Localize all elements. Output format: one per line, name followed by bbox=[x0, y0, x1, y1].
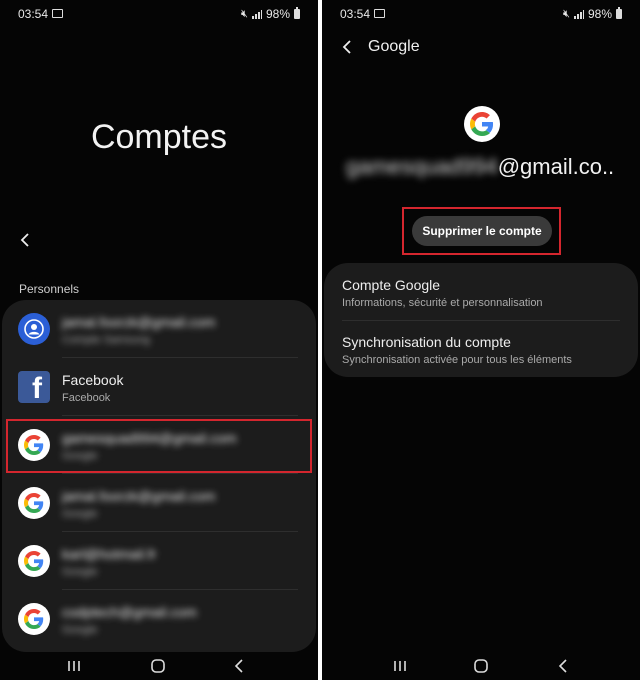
account-type: Facebook bbox=[62, 392, 111, 404]
google-icon bbox=[464, 106, 500, 142]
account-name: Facebook bbox=[62, 372, 124, 388]
account-row[interactable]: codptech@gmail.com Google bbox=[2, 590, 316, 648]
google-account-screen: 03:54 🔇︎ 98% Google gamesquad994@gmail.c… bbox=[322, 0, 640, 680]
account-row[interactable]: karl@hotmail.fr Google bbox=[2, 532, 316, 590]
option-title: Compte Google bbox=[342, 277, 441, 293]
account-email: karl@hotmail.fr bbox=[62, 546, 157, 562]
navigation-bar bbox=[0, 652, 318, 680]
option-subtitle: Informations, sécurité et personnalisati… bbox=[342, 297, 543, 309]
back-icon[interactable] bbox=[556, 658, 572, 674]
battery-percent: 98% bbox=[265, 7, 290, 21]
email-domain: @gmail.co.. bbox=[497, 154, 615, 179]
battery-percent: 98% bbox=[587, 7, 612, 21]
account-type: Compte Samsung bbox=[62, 334, 151, 346]
status-time: 03:54 bbox=[18, 7, 49, 21]
google-account-option[interactable]: Compte Google Informations, sécurité et … bbox=[342, 263, 620, 319]
navigation-bar bbox=[322, 652, 640, 680]
home-icon[interactable] bbox=[473, 658, 489, 674]
account-row-facebook[interactable]: f Facebook Facebook bbox=[2, 358, 316, 416]
samsung-account-icon bbox=[18, 313, 50, 345]
recent-apps-icon[interactable] bbox=[392, 658, 408, 674]
accounts-list: jamal.foorzk@gmail.com Compte Samsung f … bbox=[2, 300, 316, 652]
account-type: Google bbox=[62, 566, 98, 578]
google-icon bbox=[18, 545, 50, 577]
back-arrow-icon[interactable] bbox=[16, 228, 36, 252]
battery-icon bbox=[294, 7, 300, 19]
mute-icon: 🔇︎ bbox=[241, 7, 248, 20]
status-bar: 03:54 🔇︎ 98% bbox=[0, 0, 318, 26]
section-label: Personnels bbox=[19, 282, 80, 296]
back-icon[interactable] bbox=[232, 658, 248, 674]
account-email: gamesquad994@gmail.co.. bbox=[346, 154, 640, 180]
status-time: 03:54 bbox=[340, 7, 371, 21]
account-type: Google bbox=[62, 624, 98, 636]
account-email: jamal.foorzk@gmail.com bbox=[62, 314, 216, 330]
email-hidden-part: gamesquad994 bbox=[346, 154, 498, 179]
gallery-notification-icon bbox=[52, 9, 63, 18]
facebook-icon: f bbox=[18, 371, 50, 403]
account-row[interactable]: jamal.foorzk@gmail.com Google bbox=[2, 474, 316, 532]
back-arrow-icon[interactable] bbox=[340, 38, 354, 56]
status-bar: 03:54 🔇︎ 98% bbox=[322, 0, 640, 26]
account-row[interactable]: jamal.foorzk@gmail.com Compte Samsung bbox=[2, 300, 316, 358]
page-title: Comptes bbox=[90, 118, 228, 156]
account-options: Compte Google Informations, sécurité et … bbox=[324, 263, 638, 377]
account-email: codptech@gmail.com bbox=[62, 604, 197, 620]
google-icon bbox=[18, 487, 50, 519]
recent-apps-icon[interactable] bbox=[66, 658, 82, 674]
account-email: jamal.foorzk@gmail.com bbox=[62, 488, 216, 504]
account-type: Google bbox=[62, 508, 98, 520]
option-title: Synchronisation du compte bbox=[342, 334, 511, 350]
sync-account-option[interactable]: Synchronisation du compte Synchronisatio… bbox=[342, 320, 620, 376]
signal-icon bbox=[251, 9, 262, 19]
highlight-box bbox=[6, 419, 312, 473]
mute-icon: 🔇︎ bbox=[563, 7, 570, 20]
header-title: Google bbox=[368, 38, 420, 55]
option-subtitle: Synchronisation activée pour tous les él… bbox=[342, 354, 572, 366]
highlight-box bbox=[402, 207, 561, 255]
signal-icon bbox=[573, 9, 584, 19]
google-icon bbox=[18, 603, 50, 635]
home-icon[interactable] bbox=[150, 658, 166, 674]
battery-icon bbox=[616, 7, 622, 19]
gallery-notification-icon bbox=[374, 9, 385, 18]
accounts-screen: 03:54 🔇︎ 98% Comptes Personnels jamal.fo… bbox=[0, 0, 318, 680]
